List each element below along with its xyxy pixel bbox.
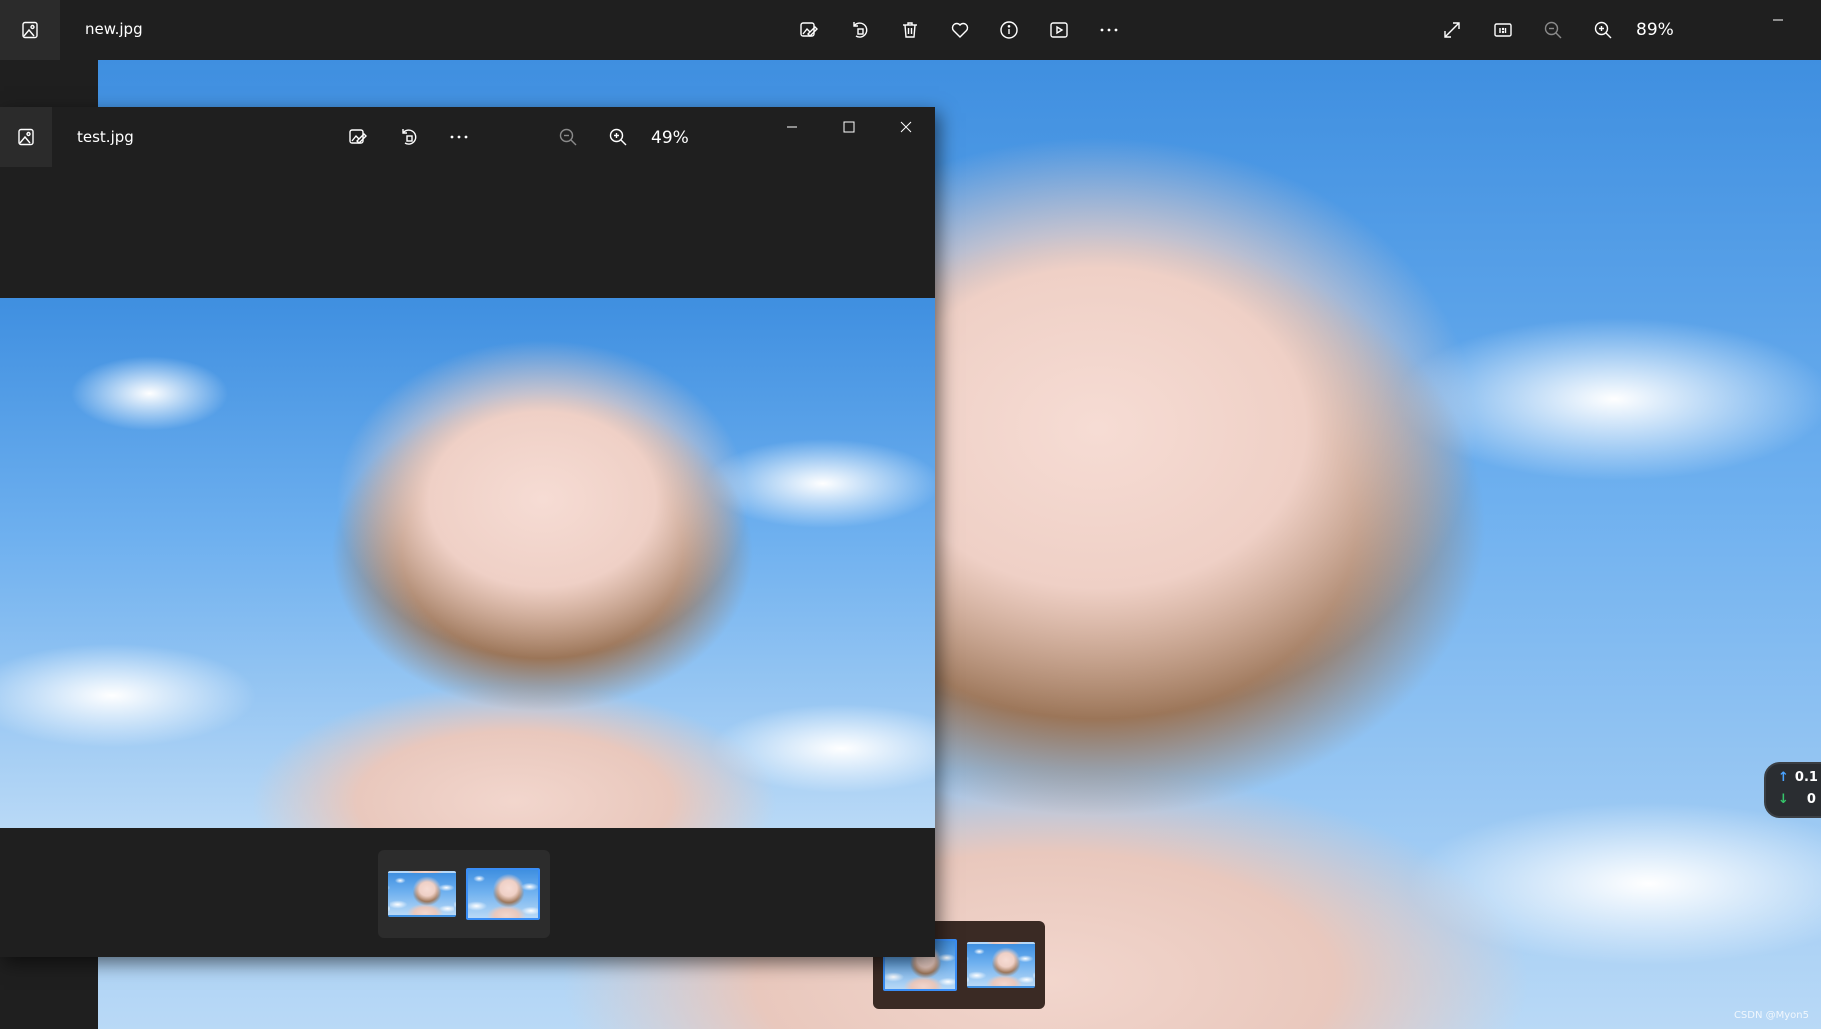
test-minimize-button[interactable] xyxy=(774,109,810,145)
edit-image-button[interactable] xyxy=(791,12,827,48)
heart-icon xyxy=(951,22,969,38)
minimize-icon xyxy=(1773,19,1783,21)
upload-arrow-icon: ↑ xyxy=(1778,770,1789,785)
network-speed-widget: ↑ 0.1K ↓ 0K xyxy=(1764,762,1821,818)
main-thumbnail-2[interactable] xyxy=(967,942,1035,988)
zoom-in-icon xyxy=(1594,21,1612,39)
photos-app-icon xyxy=(18,128,34,146)
test-rotate-button[interactable] xyxy=(391,119,427,155)
test-zoom-in-button[interactable] xyxy=(600,119,636,155)
test-zoom-level[interactable]: 49% xyxy=(651,128,689,148)
more-icon xyxy=(450,135,468,139)
upload-speed: 0.1 xyxy=(1794,770,1818,785)
favorite-button[interactable] xyxy=(942,12,978,48)
maximize-icon xyxy=(843,121,855,133)
main-app-icon[interactable] xyxy=(0,0,60,60)
test-app-icon[interactable] xyxy=(0,107,52,167)
main-minimize-button[interactable] xyxy=(1760,2,1796,38)
rotate-icon xyxy=(402,129,417,145)
zoom-out-icon xyxy=(559,128,577,146)
zoom-out-icon xyxy=(1544,21,1562,39)
zoom-in-icon xyxy=(609,128,627,146)
test-photo[interactable] xyxy=(0,298,935,828)
info-button[interactable] xyxy=(991,12,1027,48)
close-icon xyxy=(900,121,912,133)
expand-icon xyxy=(1444,22,1460,38)
test-filmstrip xyxy=(378,850,550,938)
test-close-button[interactable] xyxy=(888,109,924,145)
rotate-button[interactable] xyxy=(842,12,878,48)
main-titlebar: new.jpg 89% xyxy=(0,0,1821,60)
minimize-icon xyxy=(787,126,797,128)
slideshow-button[interactable] xyxy=(1041,12,1077,48)
test-more-options-button[interactable] xyxy=(441,119,477,155)
test-thumbnail-1[interactable] xyxy=(388,871,456,917)
watermark: CSDN @Myon5 xyxy=(1733,1010,1809,1021)
info-icon xyxy=(1000,21,1018,39)
zoom-out-button[interactable] xyxy=(1535,12,1571,48)
delete-button[interactable] xyxy=(892,12,928,48)
download-arrow-icon: ↓ xyxy=(1778,792,1789,807)
actual-size-button[interactable] xyxy=(1485,12,1521,48)
test-window: test.jpg 49% xyxy=(0,107,935,957)
test-maximize-button[interactable] xyxy=(831,109,867,145)
fullscreen-button[interactable] xyxy=(1434,12,1470,48)
test-thumbnail-2[interactable] xyxy=(466,868,540,920)
test-edit-image-button[interactable] xyxy=(340,119,376,155)
edit-image-icon xyxy=(349,129,367,144)
edit-image-icon xyxy=(800,22,818,37)
main-zoom-level[interactable]: 89% xyxy=(1636,20,1674,40)
trash-icon xyxy=(903,22,917,38)
photos-app-icon xyxy=(22,21,38,39)
download-speed: 0 xyxy=(1806,792,1816,807)
test-zoom-out-button[interactable] xyxy=(550,119,586,155)
zoom-in-button[interactable] xyxy=(1585,12,1621,48)
more-options-button[interactable] xyxy=(1091,12,1127,48)
actual-size-icon xyxy=(1494,23,1512,37)
more-icon xyxy=(1100,28,1118,32)
slideshow-icon xyxy=(1050,22,1068,38)
main-filename: new.jpg xyxy=(85,20,143,38)
test-filename: test.jpg xyxy=(77,128,134,146)
rotate-icon xyxy=(853,22,868,38)
